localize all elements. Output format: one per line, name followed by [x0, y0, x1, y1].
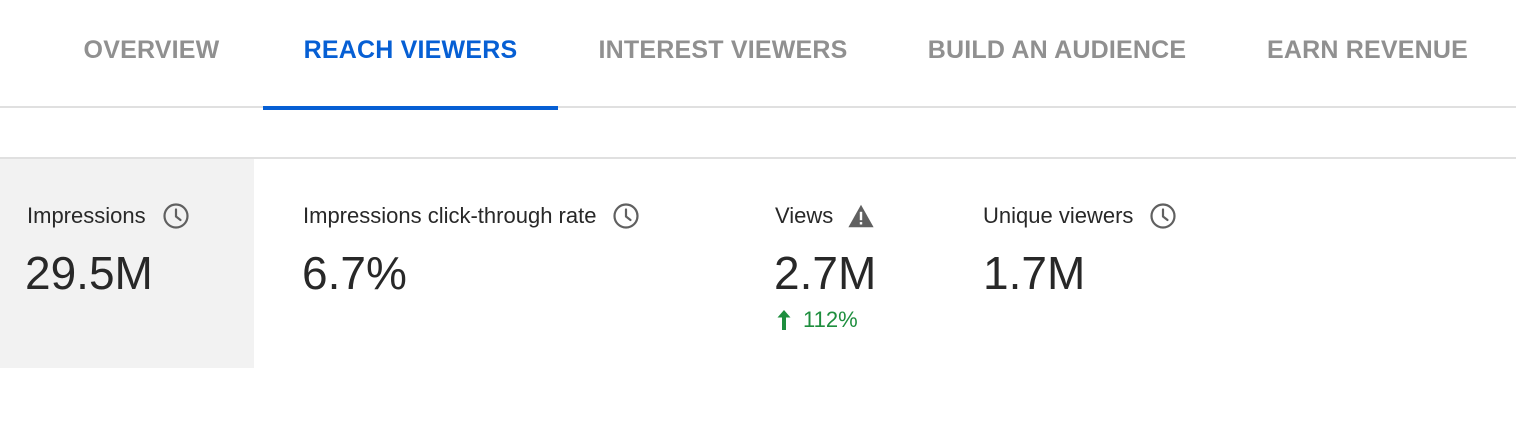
- tab-overview[interactable]: OVERVIEW: [64, 0, 239, 108]
- tab-reach-viewers[interactable]: REACH VIEWERS: [263, 0, 558, 110]
- metric-value-ctr: 6.7%: [302, 247, 407, 299]
- metric-value-impressions: 29.5M: [25, 247, 153, 299]
- metric-label-text: Impressions: [27, 203, 146, 228]
- metric-label-views: Views: [775, 202, 875, 230]
- clock-icon[interactable]: [162, 202, 190, 230]
- active-tab-indicator: [263, 106, 558, 110]
- tab-build-an-audience[interactable]: BUILD AN AUDIENCE: [910, 0, 1204, 108]
- tab-bar: OVERVIEW REACH VIEWERS INTEREST VIEWERS …: [0, 0, 1516, 110]
- metric-change-views: 112%: [775, 306, 858, 334]
- clock-icon[interactable]: [612, 202, 640, 230]
- metric-value-unique-viewers: 1.7M: [983, 247, 1086, 299]
- tab-earn-revenue-label: EARN REVENUE: [1266, 35, 1469, 64]
- metric-change-value: 112%: [803, 307, 858, 332]
- metric-label-text: Views: [775, 203, 834, 228]
- tab-earn-revenue[interactable]: EARN REVENUE: [1250, 0, 1485, 108]
- metric-label-ctr: Impressions click-through rate: [303, 202, 640, 230]
- arrow-up-icon: [775, 306, 793, 334]
- metric-label-impressions: Impressions: [27, 202, 190, 230]
- metric-label-text: Unique viewers: [983, 203, 1134, 228]
- metric-label-text: Impressions click-through rate: [303, 203, 597, 228]
- metric-value-views: 2.7M: [774, 247, 877, 299]
- tab-interest-viewers-label: INTEREST VIEWERS: [598, 35, 848, 64]
- metric-label-unique-viewers: Unique viewers: [983, 202, 1177, 230]
- tab-reach-viewers-label: REACH VIEWERS: [303, 35, 518, 64]
- tab-build-an-audience-label: BUILD AN AUDIENCE: [927, 35, 1187, 64]
- tab-overview-label: OVERVIEW: [83, 35, 220, 64]
- clock-icon[interactable]: [1149, 202, 1177, 230]
- warning-icon[interactable]: [847, 202, 875, 230]
- tab-interest-viewers[interactable]: INTEREST VIEWERS: [582, 0, 864, 108]
